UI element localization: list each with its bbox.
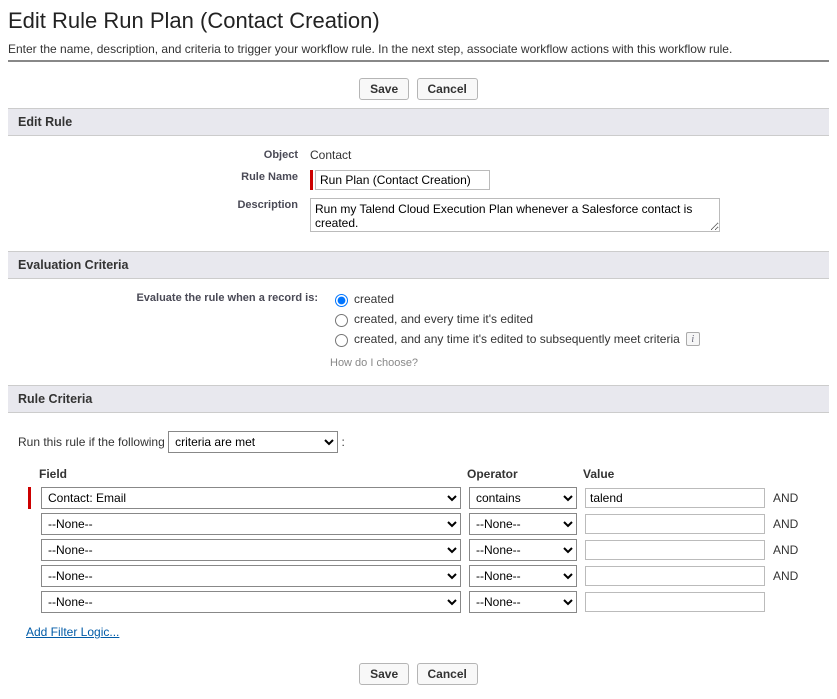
eval-radio-created-edited-label: created, and every time it's edited xyxy=(354,312,533,326)
criteria-operator-select[interactable]: --None-- xyxy=(469,591,577,613)
evaluation-criteria-header: Evaluation Criteria xyxy=(8,251,829,279)
how-do-i-choose-link[interactable]: How do I choose? xyxy=(330,357,418,369)
criteria-value-input[interactable] xyxy=(585,514,765,534)
top-button-row: Save Cancel xyxy=(8,70,829,108)
rule-name-label: Rule Name xyxy=(20,168,310,183)
criteria-row: --None-- --None-- AND xyxy=(24,537,802,563)
criteria-field-select[interactable]: --None-- xyxy=(41,539,461,561)
save-button-bottom[interactable]: Save xyxy=(359,663,409,685)
col-operator: Operator xyxy=(465,465,581,485)
criteria-value-input[interactable] xyxy=(585,540,765,560)
criteria-row: --None-- --None-- xyxy=(24,589,802,615)
criteria-conjunction: AND xyxy=(769,563,802,589)
criteria-row: Contact: Email contains AND xyxy=(24,485,802,511)
criteria-field-select[interactable]: --None-- xyxy=(41,565,461,587)
criteria-operator-select[interactable]: contains xyxy=(469,487,577,509)
save-button[interactable]: Save xyxy=(359,78,409,100)
criteria-row: --None-- --None-- AND xyxy=(24,511,802,537)
evaluation-criteria-body: Evaluate the rule when a record is: crea… xyxy=(8,279,829,385)
colon: : xyxy=(341,435,344,449)
rule-criteria-header: Rule Criteria xyxy=(8,385,829,413)
description-textarea[interactable] xyxy=(310,198,720,232)
criteria-table: Field Operator Value Contact: Email conta… xyxy=(24,465,802,615)
criteria-mode-select[interactable]: criteria are met xyxy=(168,431,338,453)
eval-radio-created[interactable] xyxy=(335,294,348,307)
col-field: Field xyxy=(37,465,465,485)
edit-rule-header: Edit Rule xyxy=(8,108,829,136)
criteria-value-input[interactable] xyxy=(585,488,765,508)
criteria-field-select[interactable]: --None-- xyxy=(41,513,461,535)
eval-radio-created-meet-label: created, and any time it's edited to sub… xyxy=(354,332,680,346)
eval-radio-created-label: created xyxy=(354,292,394,306)
eval-radio-created-meet[interactable] xyxy=(335,334,348,347)
page-instructions: Enter the name, description, and criteri… xyxy=(8,42,829,62)
criteria-value-input[interactable] xyxy=(585,566,765,586)
criteria-row: --None-- --None-- AND xyxy=(24,563,802,589)
object-label: Object xyxy=(20,146,310,161)
evaluate-label: Evaluate the rule when a record is: xyxy=(20,289,330,304)
bottom-button-row: Save Cancel xyxy=(8,649,829,691)
criteria-conjunction: AND xyxy=(769,537,802,563)
cancel-button-bottom[interactable]: Cancel xyxy=(417,663,478,685)
page-title: Edit Rule Run Plan (Contact Creation) xyxy=(8,8,829,34)
required-indicator-icon xyxy=(310,170,313,190)
criteria-operator-select[interactable]: --None-- xyxy=(469,565,577,587)
criteria-field-select[interactable]: --None-- xyxy=(41,591,461,613)
rule-criteria-body: Run this rule if the following criteria … xyxy=(8,413,829,649)
criteria-field-select[interactable]: Contact: Email xyxy=(41,487,461,509)
criteria-conjunction: AND xyxy=(769,511,802,537)
required-indicator-icon xyxy=(28,487,31,509)
description-label: Description xyxy=(20,196,310,211)
criteria-conjunction xyxy=(769,589,802,615)
criteria-conjunction: AND xyxy=(769,485,802,511)
rule-name-input[interactable] xyxy=(315,170,490,190)
criteria-operator-select[interactable]: --None-- xyxy=(469,539,577,561)
cancel-button[interactable]: Cancel xyxy=(417,78,478,100)
add-filter-logic-link[interactable]: Add Filter Logic... xyxy=(26,625,119,639)
info-icon[interactable]: i xyxy=(686,332,700,346)
criteria-value-input[interactable] xyxy=(585,592,765,612)
criteria-operator-select[interactable]: --None-- xyxy=(469,513,577,535)
col-value: Value xyxy=(581,465,769,485)
run-rule-prefix: Run this rule if the following xyxy=(18,435,165,449)
object-value: Contact xyxy=(310,146,817,162)
eval-radio-created-edited[interactable] xyxy=(335,314,348,327)
edit-rule-body: Object Contact Rule Name Description xyxy=(8,136,829,251)
